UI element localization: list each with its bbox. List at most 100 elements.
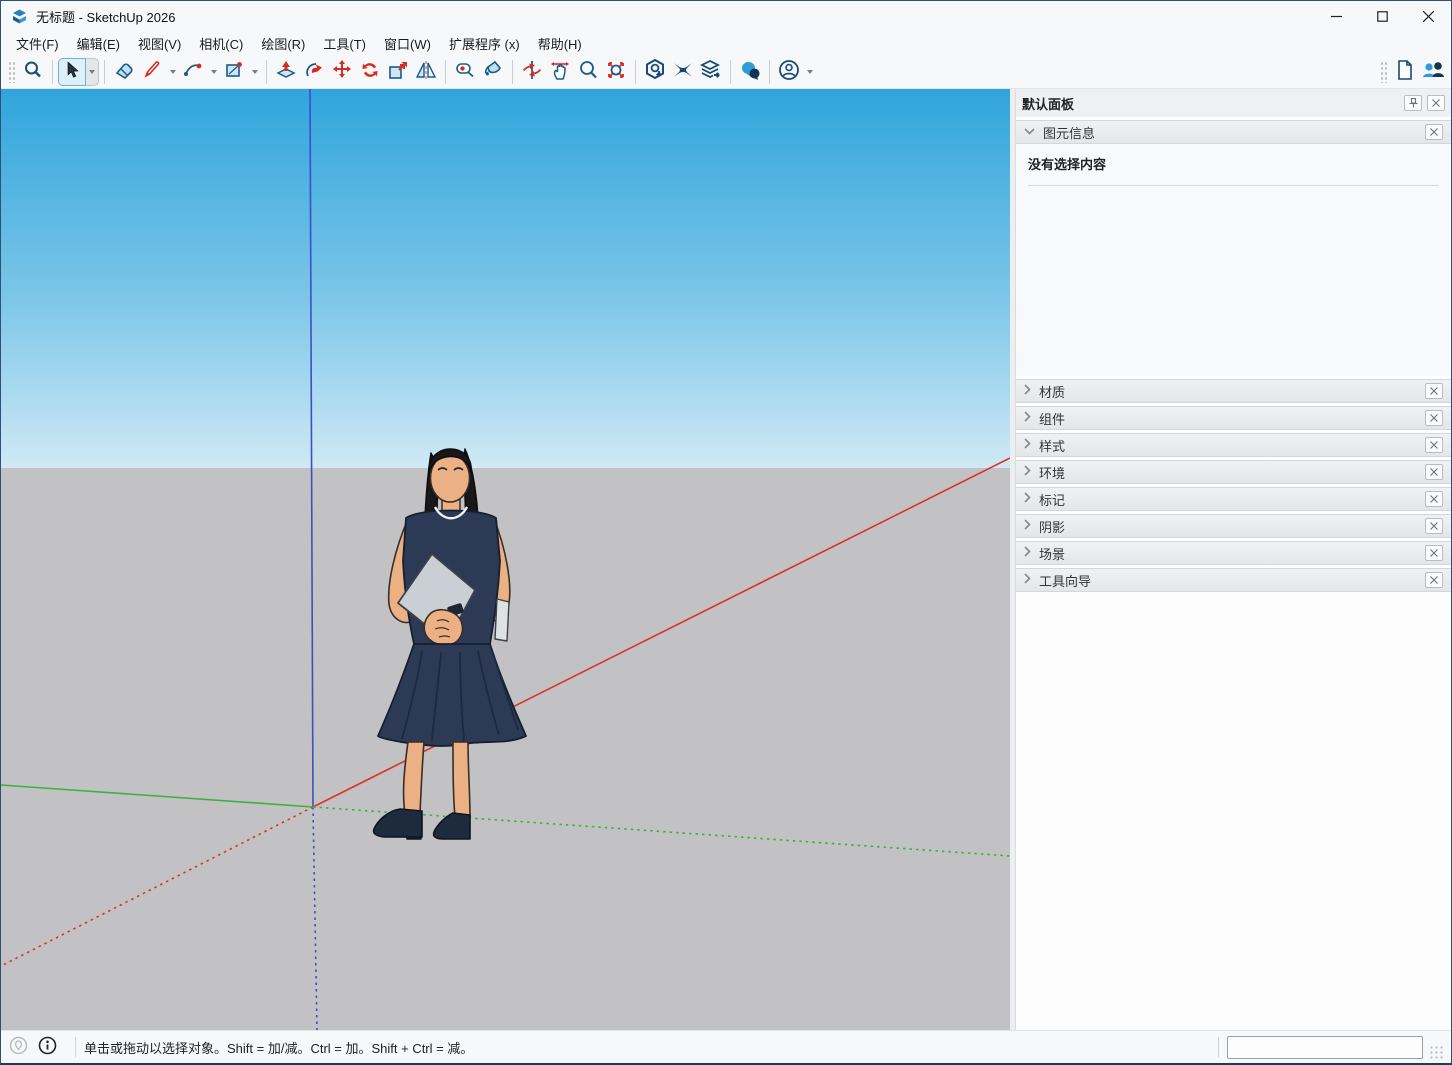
chat-button[interactable] (736, 58, 764, 86)
window-title: 无标题 - SketchUp 2026 (36, 7, 175, 26)
rectangle-icon (224, 60, 244, 83)
close-icon (1430, 414, 1438, 422)
push-pull-tool-button[interactable] (272, 58, 300, 86)
section-tags[interactable]: 标记 (1016, 487, 1451, 511)
arc-tool-dropdown[interactable] (207, 58, 220, 86)
default-tray-panel: 默认面板 图元信息 没有选择内容 (1015, 89, 1451, 1030)
info-icon[interactable] (38, 1036, 57, 1058)
title-bar: 无标题 - SketchUp 2026 (1, 1, 1451, 31)
section-instructor[interactable]: 工具向导 (1016, 568, 1451, 592)
section-label: 图元信息 (1043, 123, 1095, 142)
toolbar (1, 55, 1451, 89)
extension-warehouse-icon (671, 58, 695, 85)
close-section-button[interactable] (1425, 383, 1443, 399)
rectangle-tool-button[interactable] (220, 58, 248, 86)
section-components[interactable]: 组件 (1016, 406, 1451, 430)
section-label: 环境 (1039, 463, 1065, 482)
menu-item-window[interactable]: 窗口(W) (375, 31, 440, 56)
menu-item-draw[interactable]: 绘图(R) (252, 31, 314, 56)
chat-bubbles-icon (738, 58, 762, 85)
menu-item-file[interactable]: 文件(F) (7, 31, 68, 56)
chevron-right-icon (1024, 438, 1031, 452)
orbit-tool-button[interactable] (518, 58, 546, 86)
pan-tool-button[interactable] (546, 58, 574, 86)
zoom-tool-button[interactable] (574, 58, 602, 86)
close-section-button[interactable] (1425, 437, 1443, 453)
section-materials[interactable]: 材质 (1016, 379, 1451, 403)
collaborate-button[interactable] (1419, 58, 1447, 86)
close-button[interactable] (1405, 1, 1451, 31)
close-section-button[interactable] (1425, 410, 1443, 426)
chevron-right-icon (1024, 384, 1031, 398)
menu-item-camera[interactable]: 相机(C) (190, 31, 252, 56)
close-icon (1430, 576, 1438, 584)
section-environment[interactable]: 环境 (1016, 460, 1451, 484)
tray-panel-title: 默认面板 (1022, 94, 1074, 113)
close-section-button[interactable] (1425, 464, 1443, 480)
close-section-button[interactable] (1425, 491, 1443, 507)
pin-panel-button[interactable] (1404, 95, 1422, 111)
rotate-tool-button[interactable] (356, 58, 384, 86)
layers-icon (699, 58, 723, 85)
resize-grip[interactable] (1429, 1045, 1443, 1059)
scale-tool-button[interactable] (384, 58, 412, 86)
account-button[interactable] (775, 58, 803, 86)
viewport-canvas[interactable] (1, 89, 1010, 1030)
section-entity-info[interactable]: 图元信息 (1016, 120, 1451, 144)
menu-item-tools[interactable]: 工具(T) (314, 31, 375, 56)
follow-me-tool-button[interactable] (300, 58, 328, 86)
new-file-icon (1395, 59, 1415, 84)
search-tool-button[interactable] (19, 58, 47, 86)
layers-share-button[interactable] (697, 58, 725, 86)
close-icon (1430, 522, 1438, 530)
flip-icon (415, 59, 437, 84)
paint-bucket-tool-button[interactable] (479, 58, 507, 86)
select-tool-dropdown[interactable] (86, 58, 99, 86)
eraser-tool-button[interactable] (110, 58, 138, 86)
section-scenes[interactable]: 场景 (1016, 541, 1451, 565)
eraser-icon (114, 60, 134, 83)
flip-tool-button[interactable] (412, 58, 440, 86)
extension-warehouse-button[interactable] (669, 58, 697, 86)
menu-item-view[interactable]: 视图(V) (129, 31, 190, 56)
follow-me-icon (303, 59, 325, 84)
3d-warehouse-button[interactable] (641, 58, 669, 86)
close-section-button[interactable] (1425, 572, 1443, 588)
arc-tool-button[interactable] (179, 58, 207, 86)
entity-info-content: 没有选择内容 (1016, 144, 1451, 376)
menu-item-edit[interactable]: 编辑(E) (68, 31, 129, 56)
toolbar-drag-handle-right[interactable] (1380, 61, 1388, 83)
close-section-button[interactable] (1425, 518, 1443, 534)
tape-measure-tool-button[interactable] (451, 58, 479, 86)
close-panel-button[interactable] (1427, 95, 1445, 111)
chevron-right-icon (1024, 573, 1031, 587)
pencil-icon (142, 60, 162, 83)
section-label: 阴影 (1039, 517, 1065, 536)
minimize-button[interactable] (1313, 1, 1359, 31)
menu-item-extensions[interactable]: 扩展程序 (x) (440, 31, 529, 56)
tape-measure-icon (454, 59, 476, 84)
freehand-pencil-tool-button[interactable] (138, 58, 166, 86)
geolocation-icon[interactable] (9, 1036, 28, 1058)
close-icon (1430, 549, 1438, 557)
section-styles[interactable]: 样式 (1016, 433, 1451, 457)
new-file-button[interactable] (1391, 58, 1419, 86)
section-label: 标记 (1039, 490, 1065, 509)
account-dropdown[interactable] (803, 58, 816, 86)
close-section-button[interactable] (1425, 124, 1443, 140)
pencil-tool-dropdown[interactable] (166, 58, 179, 86)
section-shadows[interactable]: 阴影 (1016, 514, 1451, 538)
menu-bar: 文件(F) 编辑(E) 视图(V) 相机(C) 绘图(R) 工具(T) 窗口(W… (1, 31, 1451, 55)
menu-item-help[interactable]: 帮助(H) (529, 31, 591, 56)
pan-icon (549, 59, 571, 84)
select-tool-button[interactable] (58, 58, 86, 86)
move-tool-button[interactable] (328, 58, 356, 86)
zoom-extents-button[interactable] (602, 58, 630, 86)
toolbar-drag-handle[interactable] (8, 61, 16, 83)
tray-empty-area (1016, 592, 1451, 1030)
maximize-button[interactable] (1359, 1, 1405, 31)
close-section-button[interactable] (1425, 545, 1443, 561)
measurements-input[interactable] (1227, 1036, 1423, 1059)
rectangle-tool-dropdown[interactable] (248, 58, 261, 86)
chevron-down-icon (807, 70, 813, 74)
